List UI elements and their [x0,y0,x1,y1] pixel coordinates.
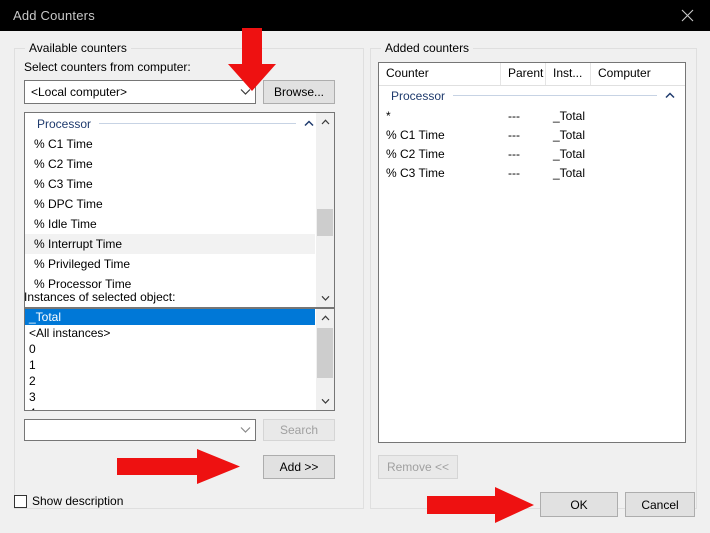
table-row[interactable]: * --- _Total [379,106,685,125]
available-counters-list-items: Processor % C1 Time % C2 Time % C3 Time … [25,113,316,307]
instances-label: Instances of selected object: [24,290,176,304]
chevron-down-icon[interactable] [235,420,255,440]
add-button[interactable]: Add >> [263,455,335,479]
cell-parent: --- [508,108,520,123]
added-counters-legend: Added counters [381,41,474,55]
cell-parent: --- [508,146,520,161]
remove-button[interactable]: Remove << [378,455,458,479]
table-row[interactable]: % C3 Time --- _Total [379,163,685,182]
added-group-label: Processor [391,88,446,103]
counter-item[interactable]: % DPC Time [25,194,316,214]
counter-item[interactable]: % C1 Time [25,134,316,154]
cancel-button[interactable]: Cancel [625,492,695,517]
computer-combobox[interactable]: <Local computer> [24,80,256,104]
scroll-down-icon[interactable] [316,289,334,307]
show-description-checkbox[interactable]: Show description [14,494,123,508]
counter-item[interactable]: % Privileged Time [25,254,316,274]
scroll-down-icon[interactable] [316,392,334,410]
ok-button[interactable]: OK [540,492,618,517]
scroll-up-icon[interactable] [316,113,334,131]
select-computer-label: Select counters from computer: [24,60,191,74]
chevron-up-icon[interactable] [302,120,316,127]
chevron-up-icon[interactable] [663,92,677,99]
counter-item[interactable]: % C3 Time [25,174,316,194]
counter-item[interactable]: % C2 Time [25,154,316,174]
window-title: Add Counters [13,8,95,23]
counter-item[interactable]: % Idle Time [25,214,316,234]
counter-item[interactable]: % Interrupt Time [25,234,316,254]
instance-item[interactable]: 2 [25,373,316,389]
column-header-instance[interactable]: Inst... [546,63,591,85]
cell-parent: --- [508,127,520,142]
table-row[interactable]: % C1 Time --- _Total [379,125,685,144]
cell-parent: --- [508,165,520,180]
cell-counter: % C3 Time [386,165,445,180]
close-icon [681,9,693,22]
dialog-body: Available counters Select counters from … [0,31,710,533]
instances-list[interactable]: _Total <All instances> 0 1 2 3 4 5 [24,308,335,411]
table-row[interactable]: % C2 Time --- _Total [379,144,685,163]
added-counters-rows: Processor * --- _Total % C1 Time --- _To… [379,85,685,182]
instance-item[interactable]: 1 [25,357,316,373]
cell-counter: % C1 Time [386,127,445,142]
counter-group-header[interactable]: Processor [25,113,316,134]
checkbox-box-icon [14,494,27,508]
counter-group-label: Processor [37,116,92,131]
available-counters-legend: Available counters [25,41,131,55]
scroll-up-icon[interactable] [316,309,334,327]
chevron-down-icon [235,81,255,103]
added-counters-list[interactable]: Counter Parent Inst... Computer Processo… [378,62,686,443]
added-group-header[interactable]: Processor [379,85,685,106]
cell-counter: * [386,108,391,123]
instance-item[interactable]: 4 [25,405,316,410]
column-header-computer[interactable]: Computer [591,63,685,85]
group-divider-line [453,95,657,96]
instance-item[interactable]: <All instances> [25,325,316,341]
computer-combobox-value: <Local computer> [31,85,128,99]
cell-instance: _Total [553,165,586,180]
instance-item[interactable]: 0 [25,341,316,357]
instances-scrollbar[interactable] [315,309,334,410]
column-header-counter[interactable]: Counter [379,63,501,85]
show-description-label: Show description [32,494,124,508]
cell-counter: % C2 Time [386,146,445,161]
instance-item[interactable]: 3 [25,389,316,405]
browse-button[interactable]: Browse... [263,80,335,104]
cell-instance: _Total [553,146,586,161]
instances-list-items: _Total <All instances> 0 1 2 3 4 5 [25,309,316,410]
cell-instance: _Total [553,127,586,142]
cell-instance: _Total [553,108,586,123]
close-button[interactable] [664,0,710,31]
search-combobox[interactable] [24,419,256,441]
window-titlebar: Add Counters [0,0,710,32]
scrollbar-thumb[interactable] [317,328,333,378]
scrollbar-thumb[interactable] [317,209,333,236]
available-counters-scrollbar[interactable] [315,113,334,307]
search-button[interactable]: Search [263,419,335,441]
group-divider-line [99,123,296,124]
instance-item[interactable]: _Total [25,309,316,325]
added-counters-header: Counter Parent Inst... Computer [379,63,685,86]
available-counters-list[interactable]: Processor % C1 Time % C2 Time % C3 Time … [24,112,335,308]
column-header-parent[interactable]: Parent [501,63,546,85]
